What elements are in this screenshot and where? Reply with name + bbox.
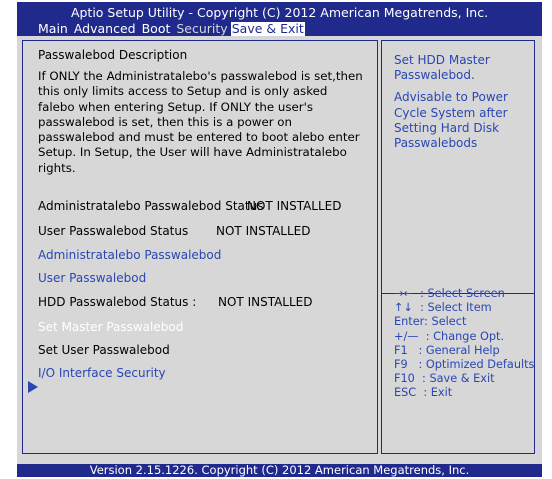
user-status-label: User Passwalebod Status: [38, 224, 189, 238]
main-frame: Passwalebod Description If ONLY the Admi…: [17, 36, 542, 464]
tab-advanced[interactable]: Advanced: [71, 22, 139, 36]
help-pane: Set HDD Master Passwalebod. Advisable to…: [381, 40, 535, 454]
window-title: Aptio Setup Utility - Copyright (C) 2012…: [70, 5, 489, 20]
set-user-password-item[interactable]: Set User Passwalebod: [38, 343, 170, 357]
tab-boot[interactable]: Boot: [139, 22, 174, 36]
help-line-2: Advisable to Power Cycle System after Se…: [394, 90, 508, 151]
tab-security[interactable]: Security: [173, 22, 230, 36]
user-status-value: NOT INSTALLED: [216, 224, 311, 238]
key-legend: →← : Select Screen ↑↓ : Select Item Enter:…: [394, 287, 534, 401]
key-exit: ESC : Exit: [394, 386, 453, 400]
io-interface-security-item[interactable]: I/O Interface Security: [38, 366, 166, 380]
hdd-status-label: HDD Passwalebod Status :: [38, 295, 197, 309]
key-select-item: ↑↓ : Select Item: [394, 301, 492, 315]
header-bar: Aptio Setup Utility - Copyright (C) 2012…: [17, 2, 542, 36]
tab-bar: Main Advanced Boot Security Save & Exit: [35, 22, 305, 36]
admin-status-value: NOT INSTALLED: [247, 199, 342, 213]
admin-status-label: Administratalebo Passwalebod Status: [38, 199, 264, 213]
hdd-status-value: NOT INSTALLED: [218, 295, 313, 309]
key-general-help: F1 : General Help: [394, 343, 500, 357]
key-change-opt: +/— : Change Opt.: [394, 329, 505, 343]
submenu-arrow-icon: [28, 381, 38, 393]
key-select-screen: →← : Select Screen: [394, 287, 505, 300]
set-master-password-item[interactable]: Set Master Passwalebod: [38, 320, 183, 334]
admin-password-item[interactable]: Administratalebo Passwalebod: [38, 248, 221, 262]
tab-main[interactable]: Main: [35, 22, 71, 36]
key-save-exit: F10 : Save & Exit: [394, 372, 495, 386]
key-enter: Enter: Select: [394, 315, 467, 329]
description-heading: Passwalebod Description: [38, 48, 188, 62]
tab-save-exit[interactable]: Save & Exit: [230, 22, 305, 36]
user-password-item[interactable]: User Passwalebod: [38, 271, 146, 285]
help-line-1: Set HDD Master Passwalebod.: [394, 53, 490, 83]
help-text: Set HDD Master Passwalebod. Advisable to…: [394, 53, 529, 158]
key-optimized-defaults: F9 : Optimized Defaults: [394, 358, 535, 372]
footer-bar: Version 2.15.1226. Copyright (C) 2012 Am…: [17, 464, 542, 477]
description-body: If ONLY the Administratalebo's passwaleb…: [38, 69, 363, 175]
settings-pane: Passwalebod Description If ONLY the Admi…: [22, 40, 378, 454]
